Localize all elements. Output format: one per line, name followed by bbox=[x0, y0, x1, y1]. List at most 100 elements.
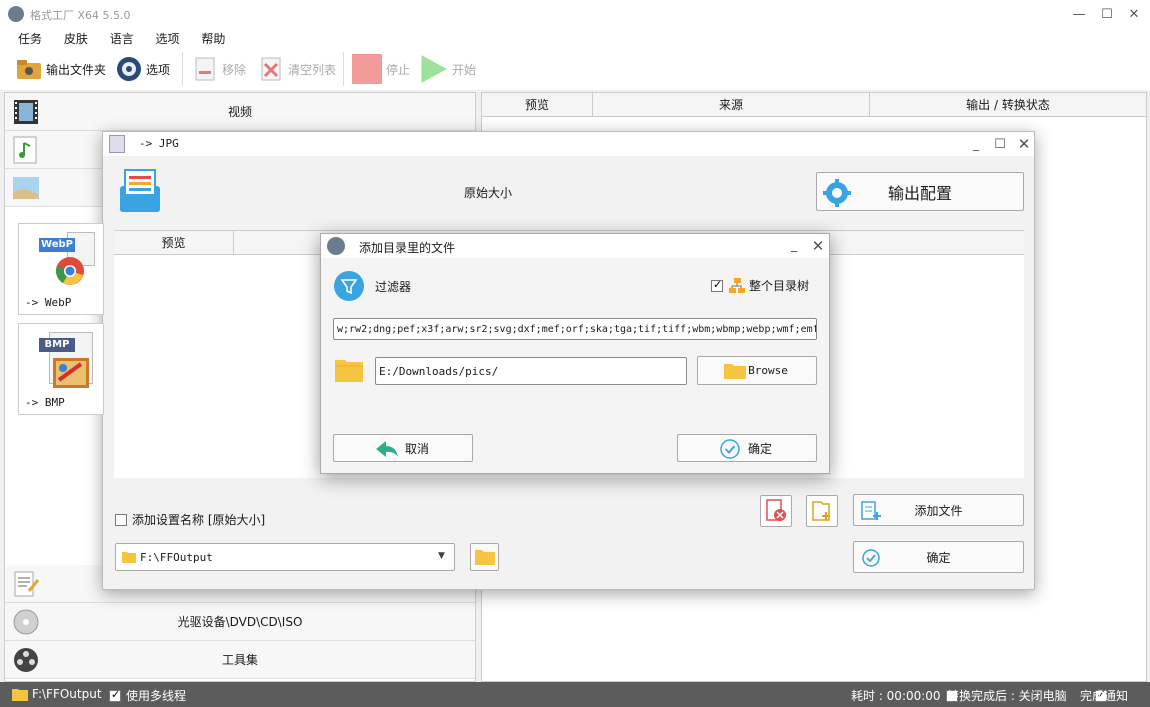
checkbox[interactable] bbox=[115, 513, 127, 526]
output-folder-button[interactable]: 输出文件夹 bbox=[16, 50, 106, 88]
film-icon bbox=[14, 100, 38, 124]
folder-icon bbox=[12, 689, 28, 701]
format-ok-button[interactable]: 确定 bbox=[853, 541, 1024, 573]
after-done-label: 转换完成后 : 关闭电脑 bbox=[947, 689, 1067, 703]
category-tools[interactable]: 工具集 bbox=[5, 641, 475, 679]
toolbar: 输出文件夹 选项 移除 清空列表 停止 开始 bbox=[0, 48, 1150, 90]
status-bar: F:\FFOutput 使用多线程 耗时 : 00:00:00 转换完成后 : … bbox=[0, 682, 1150, 707]
add-setting-name-checkbox[interactable]: 添加设置名称 [原始大小] bbox=[115, 511, 265, 528]
browse-button[interactable]: Browse bbox=[697, 356, 817, 385]
bmp-badge: BMP bbox=[39, 338, 75, 352]
checkbox[interactable] bbox=[711, 278, 723, 292]
check-circle-icon bbox=[720, 439, 740, 459]
filter-icon bbox=[334, 271, 364, 301]
whole-tree-checkbox[interactable]: 整个目录树 bbox=[711, 277, 809, 294]
folder-icon bbox=[17, 60, 41, 79]
paint-image-icon bbox=[53, 358, 89, 388]
webp-badge: WebP bbox=[39, 238, 75, 252]
column-source[interactable]: 来源 bbox=[593, 93, 870, 116]
format-label-bmp: -> BMP bbox=[25, 396, 65, 409]
category-video[interactable]: 视频 bbox=[5, 93, 475, 131]
play-icon bbox=[421, 55, 447, 83]
menu-help[interactable]: 帮助 bbox=[201, 28, 225, 47]
format-dialog-close[interactable]: ✕ bbox=[1009, 130, 1039, 158]
title-bar: 格式工厂 X64 5.5.0 — ☐ ✕ bbox=[0, 0, 1150, 28]
chrome-icon bbox=[56, 257, 84, 285]
undo-arrow-icon bbox=[376, 441, 398, 457]
clear-list-icon bbox=[261, 57, 281, 81]
maximize-button[interactable]: ☐ bbox=[1092, 0, 1122, 28]
category-disc[interactable]: 光驱设备\DVD\CD\ISO bbox=[5, 603, 475, 641]
format-label-webp: -> WebP bbox=[25, 296, 72, 309]
folder-icon bbox=[122, 552, 136, 563]
output-path-value: F:\FFOutput bbox=[140, 551, 213, 564]
delete-file-icon bbox=[766, 499, 786, 521]
app-logo-icon bbox=[327, 237, 345, 255]
menu-bar: 任务 皮肤 语言 选项 帮助 bbox=[0, 28, 1150, 48]
stop-button[interactable]: 停止 bbox=[352, 50, 410, 88]
notify-label: 完成通知 bbox=[1080, 689, 1129, 703]
add-folder-button[interactable] bbox=[806, 495, 838, 527]
remove-button[interactable]: 移除 bbox=[192, 50, 246, 88]
directory-path-input[interactable]: E:/Downloads/pics/ bbox=[375, 357, 687, 385]
preview-column-header[interactable]: 预览 bbox=[114, 231, 234, 255]
add-file-icon bbox=[861, 501, 881, 520]
extension-filter-input[interactable]: w;rw2;dng;pef;x3f;arw;sr2;svg;dxf;mef;or… bbox=[333, 318, 817, 340]
column-status[interactable]: 输出 / 转换状态 bbox=[870, 93, 1146, 116]
output-path-dropdown[interactable]: F:\FFOutput ▼ bbox=[115, 543, 455, 571]
task-list-header: 预览 来源 输出 / 转换状态 bbox=[482, 93, 1146, 117]
chevron-down-icon: ▼ bbox=[438, 551, 445, 561]
add-directory-titlebar: 添加目录里的文件 _ ✕ bbox=[321, 234, 829, 258]
folder-icon bbox=[335, 360, 363, 382]
menu-skin[interactable]: 皮肤 bbox=[64, 28, 88, 47]
preset-list-icon[interactable] bbox=[118, 168, 162, 214]
document-icon bbox=[14, 571, 40, 597]
menu-options[interactable]: 选项 bbox=[156, 28, 180, 47]
add-folder-icon bbox=[812, 501, 830, 521]
image-icon bbox=[13, 177, 39, 199]
options-button[interactable]: 选项 bbox=[116, 50, 170, 88]
menu-language[interactable]: 语言 bbox=[110, 28, 134, 47]
format-card-webp[interactable]: WebP -> WebP bbox=[18, 223, 104, 315]
stop-icon bbox=[352, 54, 382, 84]
browse-output-button[interactable] bbox=[470, 543, 499, 571]
remove-file-button[interactable] bbox=[760, 495, 792, 527]
app-title: 格式工厂 X64 5.5.0 bbox=[30, 9, 131, 22]
minimize-button[interactable]: — bbox=[1064, 0, 1094, 28]
disc-icon bbox=[13, 609, 39, 635]
multithread-checkbox[interactable] bbox=[109, 688, 121, 702]
format-dialog-titlebar: -> JPG _ ☐ ✕ bbox=[103, 132, 1034, 156]
filter-label: 过滤器 bbox=[375, 280, 412, 294]
app-logo-icon bbox=[8, 6, 24, 22]
gear-icon bbox=[823, 179, 851, 207]
close-button[interactable]: ✕ bbox=[1119, 0, 1149, 28]
options-icon bbox=[117, 57, 141, 81]
elapsed-time: 耗时 : 00:00:00 bbox=[851, 689, 941, 703]
menu-task[interactable]: 任务 bbox=[18, 28, 42, 47]
add-directory-dialog: 添加目录里的文件 _ ✕ 过滤器 整个目录树 w;rw2;dng;pef;x3f… bbox=[320, 233, 830, 474]
preset-name: 原始大小 bbox=[464, 186, 513, 200]
format-card-bmp[interactable]: BMP -> BMP bbox=[18, 323, 104, 415]
add-file-button[interactable]: 添加文件 bbox=[853, 494, 1024, 526]
multithread-label: 使用多线程 bbox=[126, 689, 187, 703]
toolbar-separator bbox=[343, 52, 344, 86]
status-output-path[interactable]: F:\FFOutput bbox=[32, 687, 102, 701]
remove-icon bbox=[195, 57, 215, 81]
music-note-icon bbox=[13, 136, 37, 164]
ok-button[interactable]: 确定 bbox=[677, 434, 817, 462]
column-preview[interactable]: 预览 bbox=[482, 93, 593, 116]
jpg-file-icon bbox=[109, 135, 125, 153]
folder-icon bbox=[724, 364, 746, 379]
tools-reel-icon bbox=[14, 648, 38, 672]
folder-icon bbox=[474, 550, 495, 565]
add-directory-close[interactable]: ✕ bbox=[803, 232, 833, 260]
format-dialog-title: -> JPG bbox=[139, 137, 179, 150]
start-button[interactable]: 开始 bbox=[418, 50, 476, 88]
folder-tree-icon bbox=[729, 277, 745, 293]
check-circle-icon bbox=[862, 549, 880, 567]
clear-list-button[interactable]: 清空列表 bbox=[258, 50, 336, 88]
output-config-button[interactable]: 输出配置 bbox=[816, 172, 1024, 211]
cancel-button[interactable]: 取消 bbox=[333, 434, 473, 462]
toolbar-separator bbox=[182, 52, 183, 86]
add-directory-title: 添加目录里的文件 bbox=[359, 241, 456, 255]
